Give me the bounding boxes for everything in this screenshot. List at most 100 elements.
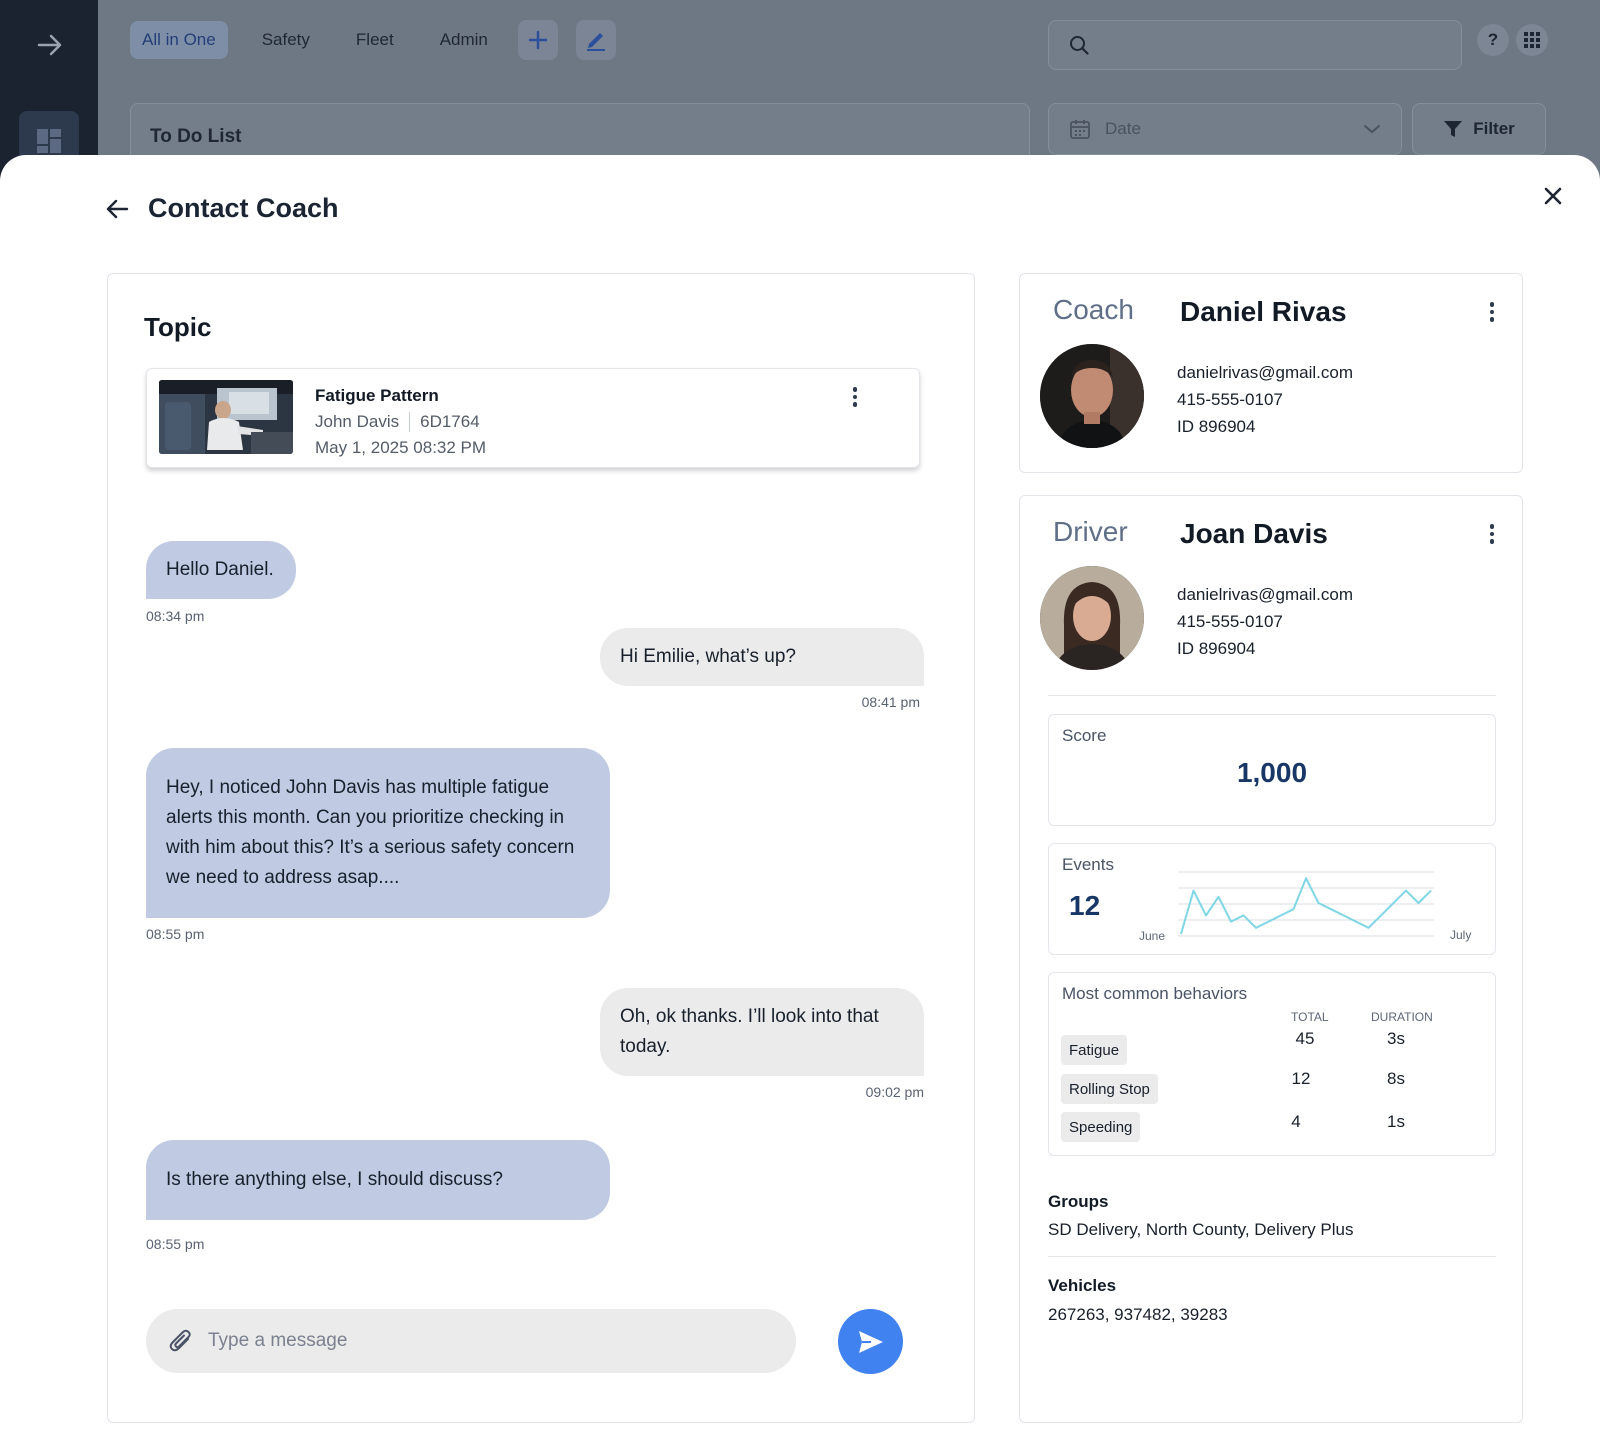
message-timestamp: 09:02 pm xyxy=(865,1084,924,1100)
column-header-duration: DURATION xyxy=(1371,1010,1433,1024)
filter-button-label: Filter xyxy=(1473,119,1515,138)
topic-event-card[interactable]: Fatigue Pattern John Davis 6D1764 May 1,… xyxy=(146,368,920,468)
help-icon: ? xyxy=(1487,30,1499,49)
event-name: Fatigue Pattern xyxy=(315,386,439,405)
divider xyxy=(1048,1256,1496,1257)
kebab-icon xyxy=(1489,302,1495,322)
events-label: Events xyxy=(1062,855,1114,874)
coach-avatar xyxy=(1040,344,1144,448)
coach-phone[interactable]: 415-555-0107 xyxy=(1177,386,1353,413)
behavior-chip[interactable]: Rolling Stop xyxy=(1061,1074,1158,1104)
event-video-thumbnail[interactable] xyxy=(159,380,293,454)
driver-email[interactable]: danielrivas@gmail.com xyxy=(1177,581,1353,608)
calendar-icon xyxy=(1070,120,1090,139)
behavior-total: 4 xyxy=(1291,1112,1301,1131)
edit-tabs-button[interactable] xyxy=(575,20,616,60)
add-tab-button[interactable] xyxy=(517,20,558,60)
date-select[interactable]: Date xyxy=(1048,103,1402,155)
message-bubble-outgoing: Oh, ok thanks. I’ll look into that today… xyxy=(600,988,924,1076)
message-timestamp: 08:34 pm xyxy=(146,608,205,624)
dashboard-icon xyxy=(37,129,61,153)
tab-safety[interactable]: Safety xyxy=(250,21,322,59)
coach-email[interactable]: danielrivas@gmail.com xyxy=(1177,359,1353,386)
chevron-down-icon xyxy=(1364,125,1380,134)
vehicles-label: Vehicles xyxy=(1048,1276,1117,1295)
arrow-right-icon xyxy=(37,34,62,56)
groups-label: Groups xyxy=(1048,1192,1109,1211)
cab-camera-image xyxy=(159,380,293,454)
score-label: Score xyxy=(1062,726,1107,745)
filter-button[interactable]: Filter xyxy=(1412,103,1546,155)
conversation-panel: Topic Fatigue Pattern John Davis 6D1764 … xyxy=(107,273,975,1423)
attach-button[interactable] xyxy=(168,1328,194,1354)
behavior-duration: 1s xyxy=(1387,1112,1405,1131)
event-meta: John Davis 6D1764 xyxy=(315,409,486,435)
kebab-icon xyxy=(852,387,858,407)
column-header-total: TOTAL xyxy=(1291,1010,1329,1024)
driver-card: Driver Joan Davis danielrivas@gmail.com … xyxy=(1019,495,1523,1423)
close-button[interactable] xyxy=(1538,181,1568,211)
coach-id: ID 896904 xyxy=(1177,417,1256,436)
help-button[interactable]: ? xyxy=(1477,24,1509,56)
event-vehicle: 6D1764 xyxy=(420,412,480,431)
message-timestamp: 08:55 pm xyxy=(146,1236,205,1252)
grid-icon xyxy=(1524,32,1540,48)
event-datetime: May 1, 2025 08:32 PM xyxy=(315,438,487,457)
driver-menu-button[interactable] xyxy=(1480,520,1504,548)
driver-id: ID 896904 xyxy=(1177,639,1256,658)
divider xyxy=(1048,695,1496,696)
behaviors-box: Most common behaviors TOTAL DURATION Fat… xyxy=(1048,972,1496,1156)
events-box: Events 12 June July xyxy=(1048,843,1496,955)
vehicles-value: 267263, 937482, 39283 xyxy=(1048,1305,1228,1324)
driver-name: Joan Davis xyxy=(1180,518,1328,549)
tab-admin[interactable]: Admin xyxy=(428,21,500,59)
events-sparkline-chart xyxy=(1178,871,1434,937)
score-box: Score 1,000 xyxy=(1048,714,1496,826)
topic-menu-button[interactable] xyxy=(843,383,867,411)
event-driver: John Davis xyxy=(315,412,400,431)
send-icon xyxy=(858,1330,883,1353)
driver-avatar xyxy=(1040,566,1144,670)
page-title: Contact Coach xyxy=(148,193,339,223)
todo-list-title: To Do List xyxy=(150,126,242,147)
apps-grid-button[interactable] xyxy=(1516,24,1548,56)
behavior-chip[interactable]: Fatigue xyxy=(1061,1035,1128,1065)
topic-details: Fatigue Pattern John Davis 6D1764 May 1,… xyxy=(315,383,486,461)
tab-fleet[interactable]: Fleet xyxy=(344,21,406,59)
expand-sidebar-button[interactable] xyxy=(30,28,70,62)
search-icon xyxy=(1070,36,1089,55)
back-button[interactable] xyxy=(102,194,132,224)
close-icon xyxy=(1544,187,1562,205)
kebab-icon xyxy=(1489,524,1495,544)
send-button[interactable] xyxy=(838,1309,903,1374)
coach-role-label: Coach xyxy=(1053,294,1134,325)
x-axis-start-label: June xyxy=(1139,929,1166,943)
plus-icon xyxy=(528,30,548,50)
groups-value: SD Delivery, North County, Delivery Plus xyxy=(1048,1220,1354,1239)
coach-menu-button[interactable] xyxy=(1480,298,1504,326)
coach-contact: danielrivas@gmail.com 415-555-0107 ID 89… xyxy=(1177,359,1353,440)
behavior-total: 45 xyxy=(1295,1029,1315,1048)
coach-card: Coach Daniel Rivas danielrivas@gmail.com… xyxy=(1019,273,1523,473)
driver-role-label: Driver xyxy=(1053,516,1128,547)
message-input[interactable] xyxy=(208,1330,748,1352)
message-bubble-incoming: Is there anything else, I should discuss… xyxy=(146,1140,610,1220)
global-search-input[interactable] xyxy=(1048,20,1462,70)
x-axis-end-label: July xyxy=(1450,928,1472,942)
message-bubble-incoming: Hey, I noticed John Davis has multiple f… xyxy=(146,748,610,918)
back-arrow-icon xyxy=(106,199,129,218)
meta-divider xyxy=(409,412,411,432)
contact-coach-modal: Contact Coach Topic Fatigue Pattern John… xyxy=(0,155,1600,1454)
behavior-duration: 3s xyxy=(1387,1029,1405,1048)
behaviors-label: Most common behaviors xyxy=(1062,984,1248,1003)
modal-header: Contact Coach xyxy=(102,193,339,224)
message-timestamp: 08:55 pm xyxy=(146,926,205,942)
driver-phone[interactable]: 415-555-0107 xyxy=(1177,608,1353,635)
coach-name: Daniel Rivas xyxy=(1180,296,1347,327)
message-composer xyxy=(146,1309,796,1373)
score-value: 1,000 xyxy=(1236,757,1308,788)
paperclip-icon xyxy=(169,1329,191,1352)
tab-all-in-one[interactable]: All in One xyxy=(130,21,228,59)
pencil-icon xyxy=(586,33,605,51)
behavior-chip[interactable]: Speeding xyxy=(1061,1112,1141,1142)
